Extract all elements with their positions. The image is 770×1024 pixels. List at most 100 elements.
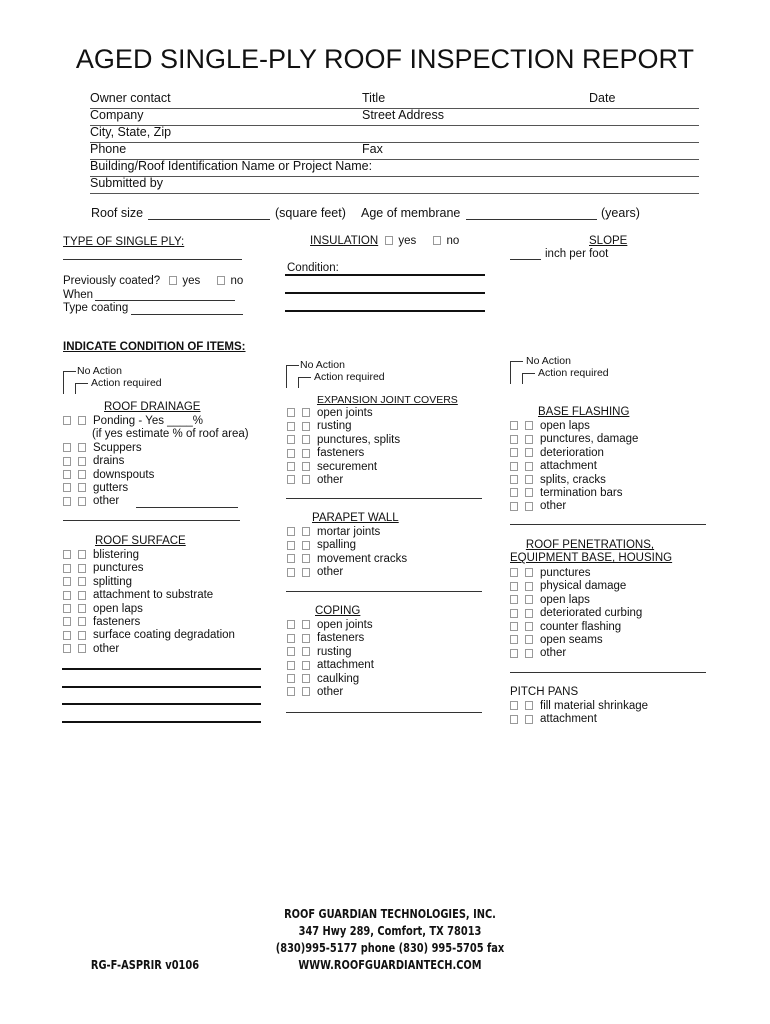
type-coating-field[interactable] <box>131 314 243 315</box>
checkbox-action-required[interactable] <box>302 674 310 684</box>
checkbox-action-required[interactable] <box>525 421 533 431</box>
surface-notes-line-2[interactable] <box>62 686 261 688</box>
checkbox-action-required[interactable] <box>302 687 310 697</box>
checkbox-no-action[interactable] <box>510 648 518 658</box>
checkbox-no-action[interactable] <box>287 567 295 577</box>
checkbox-no-action[interactable] <box>63 443 71 453</box>
checkbox-action-required[interactable] <box>302 567 310 577</box>
checkbox-action-required[interactable] <box>78 590 86 600</box>
checkbox-action-required[interactable] <box>302 620 310 630</box>
checkbox-action-required[interactable] <box>302 475 310 485</box>
checkbox-action-required[interactable] <box>302 633 310 643</box>
checkbox-insulation-yes[interactable] <box>385 236 394 246</box>
expansion-notes-line[interactable] <box>286 498 482 499</box>
checkbox-no-action[interactable] <box>510 421 518 431</box>
surface-notes-line-1[interactable] <box>62 668 261 670</box>
checkbox-no-action[interactable] <box>510 608 518 618</box>
checkbox-no-action[interactable] <box>287 435 295 445</box>
footer-website[interactable]: WWW.ROOFGUARDIANTECH.COM <box>234 957 546 974</box>
checkbox-action-required[interactable] <box>302 462 310 472</box>
age-field[interactable] <box>466 219 597 220</box>
checkbox-no-action[interactable] <box>287 647 295 657</box>
checkbox-coated-yes[interactable] <box>169 276 178 286</box>
checkbox-no-action[interactable] <box>63 617 71 627</box>
checkbox-no-action[interactable] <box>510 475 518 485</box>
checkbox-action-required[interactable] <box>302 448 310 458</box>
header-row-company[interactable]: Company Street Address <box>90 108 699 126</box>
checkbox-no-action[interactable] <box>287 421 295 431</box>
checkbox-no-action[interactable] <box>510 635 518 645</box>
checkbox-no-action[interactable] <box>287 462 295 472</box>
checkbox-action-required[interactable] <box>78 604 86 614</box>
checkbox-action-required[interactable] <box>525 461 533 471</box>
checkbox-no-action[interactable] <box>510 448 518 458</box>
checkbox-no-action[interactable] <box>287 527 295 537</box>
checkbox-no-action[interactable] <box>510 488 518 498</box>
when-field[interactable] <box>95 300 235 301</box>
header-row-city[interactable]: City, State, Zip <box>90 125 699 143</box>
checkbox-no-action[interactable] <box>287 620 295 630</box>
checkbox-action-required[interactable] <box>525 475 533 485</box>
checkbox-no-action[interactable] <box>63 604 71 614</box>
header-row-submitted[interactable]: Submitted by <box>90 176 699 194</box>
checkbox-no-action[interactable] <box>287 660 295 670</box>
checkbox-action-required[interactable] <box>78 644 86 654</box>
header-row-owner[interactable]: Owner contact Title Date <box>90 91 699 109</box>
checkbox-no-action[interactable] <box>63 590 71 600</box>
roof-size-field[interactable] <box>148 219 270 220</box>
drainage-notes-line[interactable] <box>63 520 240 521</box>
checkbox-action-required[interactable] <box>302 527 310 537</box>
checkbox-no-action[interactable] <box>510 501 518 511</box>
checkbox-action-required[interactable] <box>302 421 310 431</box>
base-flashing-notes-line[interactable] <box>510 524 706 525</box>
checkbox-no-action[interactable] <box>63 483 71 493</box>
checkbox-action-required[interactable] <box>525 568 533 578</box>
checkbox-no-action[interactable] <box>63 456 71 466</box>
checkbox-no-action[interactable] <box>510 595 518 605</box>
checkbox-no-action[interactable] <box>510 434 518 444</box>
checkbox-no-action[interactable] <box>510 714 518 724</box>
penetrations-notes-line[interactable] <box>510 672 706 673</box>
header-row-phone[interactable]: Phone Fax <box>90 142 699 160</box>
checkbox-action-required[interactable] <box>78 496 86 506</box>
condition-line-1[interactable] <box>285 274 485 276</box>
checkbox-no-action[interactable] <box>63 470 71 480</box>
checkbox-action-required[interactable] <box>302 647 310 657</box>
checkbox-insulation-no[interactable] <box>433 236 442 246</box>
checkbox-action-required[interactable] <box>78 443 86 453</box>
surface-notes-line-4[interactable] <box>62 721 261 723</box>
condition-line-2[interactable] <box>285 292 485 294</box>
type-single-ply-field[interactable] <box>63 259 242 260</box>
checkbox-coated-no[interactable] <box>217 276 226 286</box>
checkbox-no-action[interactable] <box>63 550 71 560</box>
checkbox-no-action[interactable] <box>63 630 71 640</box>
checkbox-action-required[interactable] <box>78 550 86 560</box>
checkbox-no-action[interactable] <box>287 540 295 550</box>
checkbox-action-required[interactable] <box>78 563 86 573</box>
checkbox-no-action[interactable] <box>63 563 71 573</box>
checkbox-no-action[interactable] <box>63 577 71 587</box>
checkbox-no-action[interactable] <box>287 554 295 564</box>
checkbox-no-action[interactable] <box>287 687 295 697</box>
coping-notes-line[interactable] <box>286 712 482 713</box>
checkbox-no-action[interactable] <box>287 674 295 684</box>
checkbox-action-required[interactable] <box>302 540 310 550</box>
checkbox-action-required[interactable] <box>525 648 533 658</box>
checkbox-action-required[interactable] <box>525 448 533 458</box>
checkbox-no-action[interactable] <box>510 461 518 471</box>
surface-notes-line-3[interactable] <box>62 703 261 705</box>
checkbox-action-required[interactable] <box>78 456 86 466</box>
checkbox-action-required[interactable] <box>302 408 310 418</box>
checkbox-no-action[interactable] <box>510 568 518 578</box>
parapet-notes-line[interactable] <box>286 591 482 592</box>
checkbox-action-required[interactable] <box>302 435 310 445</box>
checkbox-action-required[interactable] <box>78 630 86 640</box>
checkbox-no-action[interactable] <box>63 644 71 654</box>
checkbox-no-action[interactable] <box>287 633 295 643</box>
checkbox-no-action[interactable] <box>510 701 518 711</box>
checkbox-no-action[interactable] <box>287 448 295 458</box>
checkbox-action-required[interactable] <box>78 577 86 587</box>
checkbox-no-action[interactable] <box>63 416 71 426</box>
drainage-other-field[interactable] <box>136 507 238 508</box>
condition-line-3[interactable] <box>285 310 485 312</box>
